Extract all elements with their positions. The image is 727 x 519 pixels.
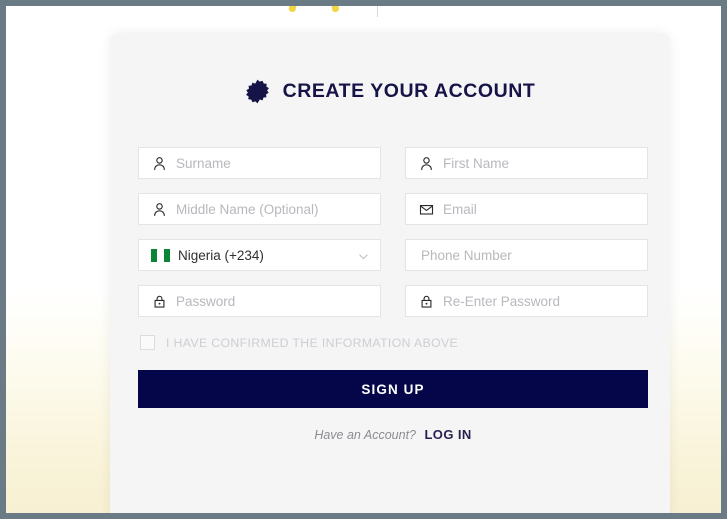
email-field[interactable]: Email: [405, 193, 648, 225]
sign-up-button[interactable]: SIGN UP: [138, 370, 648, 408]
nigeria-flag-icon: [151, 248, 170, 262]
signup-form: Surname First Name Middle Name (Optional…: [138, 147, 648, 444]
form-row: Surname First Name: [138, 147, 648, 179]
signup-card: CREATE YOUR ACCOUNT Surname First Name M…: [110, 33, 670, 513]
person-icon: [421, 156, 432, 170]
middle-name-placeholder: Middle Name (Optional): [176, 201, 319, 217]
form-row: Middle Name (Optional) Email: [138, 193, 648, 225]
login-prompt-text: Have an Account?: [314, 428, 417, 442]
confirm-password-placeholder: Re-Enter Password: [443, 293, 561, 309]
logo-mark-right: [329, 6, 340, 13]
password-placeholder: Password: [176, 293, 236, 309]
password-field[interactable]: Password: [138, 285, 381, 317]
surname-placeholder: Surname: [176, 155, 231, 171]
lock-icon: [154, 295, 165, 308]
confirm-password-field[interactable]: Re-Enter Password: [405, 285, 648, 317]
chevron-down-icon[interactable]: [358, 251, 369, 262]
vertical-divider-icon: [377, 6, 378, 17]
middle-name-field[interactable]: Middle Name (Optional): [138, 193, 381, 225]
confirm-information-row[interactable]: I HAVE CONFIRMED THE INFORMATION ABOVE: [138, 335, 648, 350]
lock-icon: [421, 295, 432, 308]
navy-starburst-badge-icon: [245, 79, 269, 104]
phone-number-field[interactable]: Phone Number: [405, 239, 648, 271]
confirm-information-label: I HAVE CONFIRMED THE INFORMATION ABOVE: [166, 335, 459, 350]
partial-yellow-logo-icon: [276, 6, 386, 14]
email-placeholder: Email: [443, 201, 477, 217]
first-name-placeholder: First Name: [443, 155, 510, 171]
form-row: Password Re-Enter Password: [138, 285, 648, 317]
envelope-icon: [419, 204, 434, 215]
card-heading: CREATE YOUR ACCOUNT: [110, 79, 670, 104]
log-in-link[interactable]: LOG IN: [424, 427, 471, 442]
form-row: Nigeria (+234) Phone Number: [138, 239, 648, 271]
person-icon: [154, 202, 165, 216]
logo-mark-left: [288, 6, 299, 13]
person-icon: [154, 156, 165, 170]
login-prompt: Have an Account? LOG IN: [138, 426, 648, 444]
country-code-select[interactable]: Nigeria (+234): [138, 239, 381, 271]
confirm-information-checkbox[interactable]: [140, 335, 155, 350]
page-title: CREATE YOUR ACCOUNT: [282, 80, 536, 102]
country-code-value: Nigeria (+234): [178, 247, 264, 263]
phone-number-placeholder: Phone Number: [421, 247, 512, 263]
first-name-field[interactable]: First Name: [405, 147, 648, 179]
surname-field[interactable]: Surname: [138, 147, 381, 179]
browser-viewport: CREATE YOUR ACCOUNT Surname First Name M…: [0, 0, 727, 519]
